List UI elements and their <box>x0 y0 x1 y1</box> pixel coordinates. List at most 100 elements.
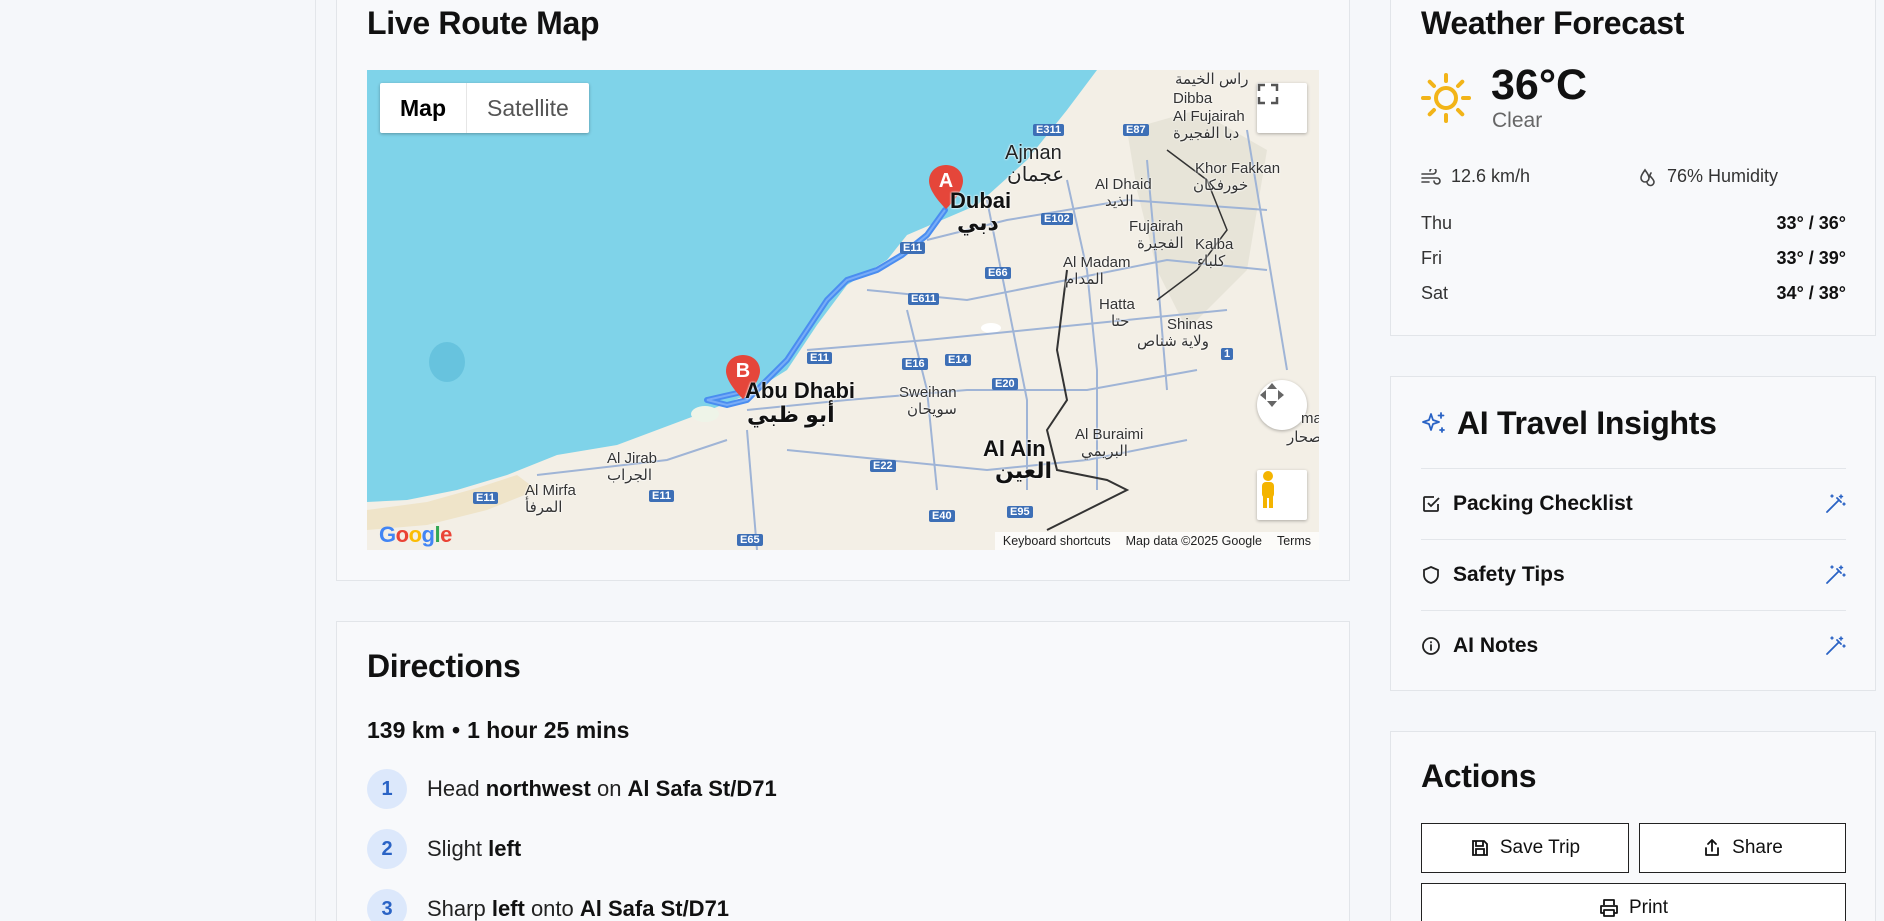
packing-checklist-label: Packing Checklist <box>1453 492 1633 515</box>
label-al-buraimi-ar: البريمي <box>1081 443 1128 460</box>
forecast-range: 33° / 36° <box>1776 213 1846 233</box>
highway-e11-b: E11 <box>807 352 832 364</box>
direction-step: 2 Slight left <box>367 829 521 869</box>
direction-step: 3 Sharp left onto Al Safa St/D71 <box>367 889 729 921</box>
weather-forecast-card: Weather Forecast 36°C Clear 12.6 km/h 76… <box>1390 0 1876 336</box>
share-label: Share <box>1732 837 1783 858</box>
label-al-madam: Al Madam <box>1063 254 1131 271</box>
live-route-map-card: Live Route Map Map Satellite A B Dubai د… <box>336 0 1350 581</box>
save-trip-button[interactable]: Save Trip <box>1421 823 1629 873</box>
droplets-icon <box>1640 168 1655 186</box>
ai-notes-item[interactable]: AI Notes <box>1421 610 1846 681</box>
sparkles-icon <box>1422 411 1445 433</box>
label-al-jirab: Al Jirab <box>607 450 658 467</box>
pegman-icon <box>1262 471 1274 508</box>
ai-insights-header: AI Travel Insights <box>1421 405 1717 442</box>
weather-condition: Clear <box>1492 109 1543 132</box>
map-card-title: Live Route Map <box>367 5 600 41</box>
label-hatta-ar: حتا <box>1111 313 1130 330</box>
label-al-fujairah-ar: دبا الفجيرة <box>1173 125 1240 142</box>
print-label: Print <box>1628 897 1669 918</box>
sun-icon <box>1421 73 1471 128</box>
map-type-map-button[interactable]: Map <box>380 83 467 133</box>
label-dubai-ar: دبي <box>957 210 999 235</box>
highway-e11-d: E11 <box>473 492 498 504</box>
step-number: 2 <box>367 829 407 869</box>
highway-e611: E611 <box>908 293 940 305</box>
direction-step: 1 Head northwest on Al Safa St/D71 <box>367 769 777 809</box>
fullscreen-button[interactable] <box>1257 83 1307 133</box>
street-view-pegman-button[interactable] <box>1257 470 1307 520</box>
highway-e40: E40 <box>929 510 955 522</box>
weather-title: Weather Forecast <box>1421 5 1685 41</box>
forecast-day: Thu <box>1421 213 1453 233</box>
label-kalba: Kalba <box>1195 236 1234 253</box>
magic-wand-icon[interactable] <box>1824 635 1846 657</box>
highway-e102: E102 <box>1041 213 1073 225</box>
safety-tips-item[interactable]: Safety Tips <box>1421 539 1846 610</box>
ai-insights-title: AI Travel Insights <box>1457 405 1717 441</box>
highway-e87: E87 <box>1123 124 1149 136</box>
highway-e20: E20 <box>992 378 1018 390</box>
forecast-row: Thu 33° / 36° <box>1421 213 1846 234</box>
forecast-row: Sat 34° / 38° <box>1421 283 1846 304</box>
label-al-buraimi: Al Buraimi <box>1075 426 1144 443</box>
highway-e16: E16 <box>902 358 928 370</box>
label-kalba-ar: كلباء <box>1197 253 1226 270</box>
camera-control-button[interactable] <box>1257 380 1307 430</box>
forecast-range: 34° / 38° <box>1776 283 1846 303</box>
printer-icon <box>1600 899 1618 917</box>
label-al-dhaid-ar: الذيد <box>1105 193 1134 210</box>
label-al-madam-ar: المدام <box>1065 271 1104 288</box>
ai-travel-insights-card: AI Travel Insights Packing Checklist Saf… <box>1390 376 1876 691</box>
label-fujairah: Fujairah <box>1129 218 1184 235</box>
terms-link[interactable]: Terms <box>1277 534 1311 548</box>
map-canvas <box>367 70 1319 550</box>
step-number: 3 <box>367 889 407 921</box>
packing-checklist-item[interactable]: Packing Checklist <box>1421 468 1846 539</box>
label-al-mirfa: Al Mirfa <box>525 482 576 499</box>
keyboard-shortcuts-link[interactable]: Keyboard shortcuts <box>1003 534 1111 548</box>
google-logo: Google <box>379 522 452 547</box>
left-sidebar-area <box>0 0 316 921</box>
humidity-value: 76% Humidity <box>1667 166 1779 186</box>
magic-wand-icon[interactable] <box>1824 564 1846 586</box>
forecast-day: Sat <box>1421 283 1449 303</box>
highway-e11-a: E11 <box>900 242 925 254</box>
label-al-ain-ar: العين <box>995 458 1052 483</box>
route-summary: 139 km • 1 hour 25 mins <box>367 717 629 744</box>
label-hatta: Hatta <box>1099 296 1135 313</box>
label-sohar-fragment: ma <box>1301 410 1319 427</box>
actions-card: Actions Save Trip Share Print <box>1390 731 1876 921</box>
wind-value: 12.6 km/h <box>1451 166 1531 186</box>
label-khor-fakkan: Khor Fakkan <box>1195 160 1281 177</box>
map-type-satellite-button[interactable]: Satellite <box>467 83 589 133</box>
save-icon <box>1471 840 1488 856</box>
label-al-jirab-ar: الجراب <box>607 467 652 484</box>
label-shinas-ar: ولاية شناص <box>1137 333 1209 350</box>
fullscreen-icon <box>1257 83 1279 105</box>
route-map[interactable]: Map Satellite A B Dubai دبي Abu Dhabi أب… <box>367 70 1319 550</box>
print-button[interactable]: Print <box>1421 883 1846 921</box>
checkbox-checked-icon <box>1423 496 1440 512</box>
map-type-control: Map Satellite <box>380 83 589 133</box>
highway-e14: E14 <box>945 354 971 366</box>
route-distance: 139 km <box>367 717 446 743</box>
pan-arrows-icon <box>1260 383 1284 407</box>
share-button[interactable]: Share <box>1639 823 1846 873</box>
label-al-mirfa-ar: المرفأ <box>525 499 563 516</box>
highway-e311: E311 <box>1033 124 1065 136</box>
shield-icon <box>1423 566 1439 584</box>
step-instruction: Slight left <box>427 836 522 861</box>
share-icon <box>1705 839 1720 856</box>
label-al-dhaid: Al Dhaid <box>1095 176 1152 193</box>
label-sweihan-ar: سويحان <box>907 401 957 418</box>
route-duration: 1 hour 25 mins <box>467 717 630 743</box>
wind-icon <box>1421 168 1441 185</box>
label-al-fujairah: Al Fujairah <box>1173 108 1245 125</box>
actions-title: Actions <box>1421 758 1537 794</box>
label-abu-dhabi: Abu Dhabi <box>745 378 855 403</box>
step-instruction: Sharp left onto Al Safa St/D71 <box>427 896 730 921</box>
highway-e95: E95 <box>1007 506 1033 518</box>
magic-wand-icon[interactable] <box>1824 493 1846 515</box>
